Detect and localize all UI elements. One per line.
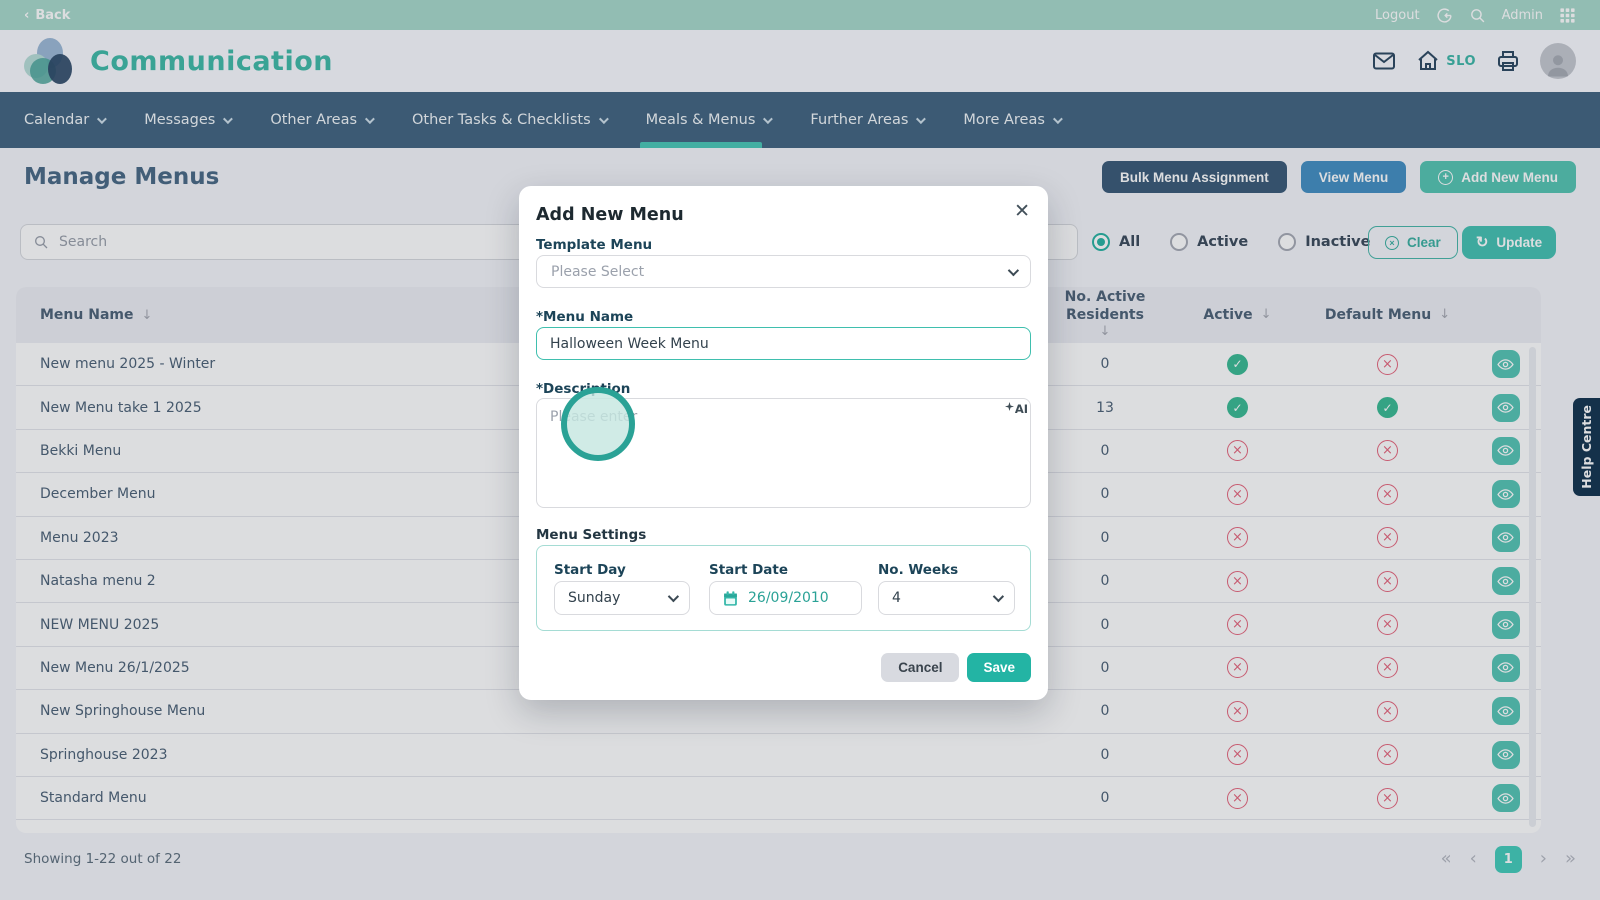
calendar-icon xyxy=(724,590,737,606)
no-weeks-select[interactable]: 4 xyxy=(878,581,1015,615)
save-button[interactable]: Save xyxy=(967,653,1031,682)
menu-settings-group: Start Day Sunday Start Date 26/09/2010 N… xyxy=(536,545,1031,631)
template-menu-label: Template Menu xyxy=(536,237,653,253)
description-textarea[interactable] xyxy=(536,398,1031,508)
description-label: *Description xyxy=(536,381,631,397)
close-icon[interactable]: ✕ xyxy=(1010,196,1034,226)
no-weeks-label: No. Weeks xyxy=(878,562,959,578)
chevron-down-icon xyxy=(992,590,1005,603)
menu-name-input[interactable] xyxy=(536,327,1031,360)
cancel-button[interactable]: Cancel xyxy=(881,653,960,682)
start-date-label: Start Date xyxy=(709,562,789,578)
menu-name-label: *Menu Name xyxy=(536,309,634,325)
start-date-field[interactable]: 26/09/2010 xyxy=(709,581,862,615)
dialog-title: Add New Menu xyxy=(536,205,684,225)
menu-settings-label: Menu Settings xyxy=(536,527,647,543)
add-new-menu-dialog: Add New Menu ✕ Template Menu Please Sele… xyxy=(519,186,1048,700)
ai-assist-icon[interactable]: AI xyxy=(1004,402,1028,416)
chevron-down-icon xyxy=(1007,264,1020,276)
start-day-label: Start Day xyxy=(554,562,626,578)
chevron-down-icon xyxy=(667,590,680,603)
template-menu-select[interactable]: Please Select xyxy=(536,255,1031,288)
start-day-select[interactable]: Sunday xyxy=(554,581,690,615)
